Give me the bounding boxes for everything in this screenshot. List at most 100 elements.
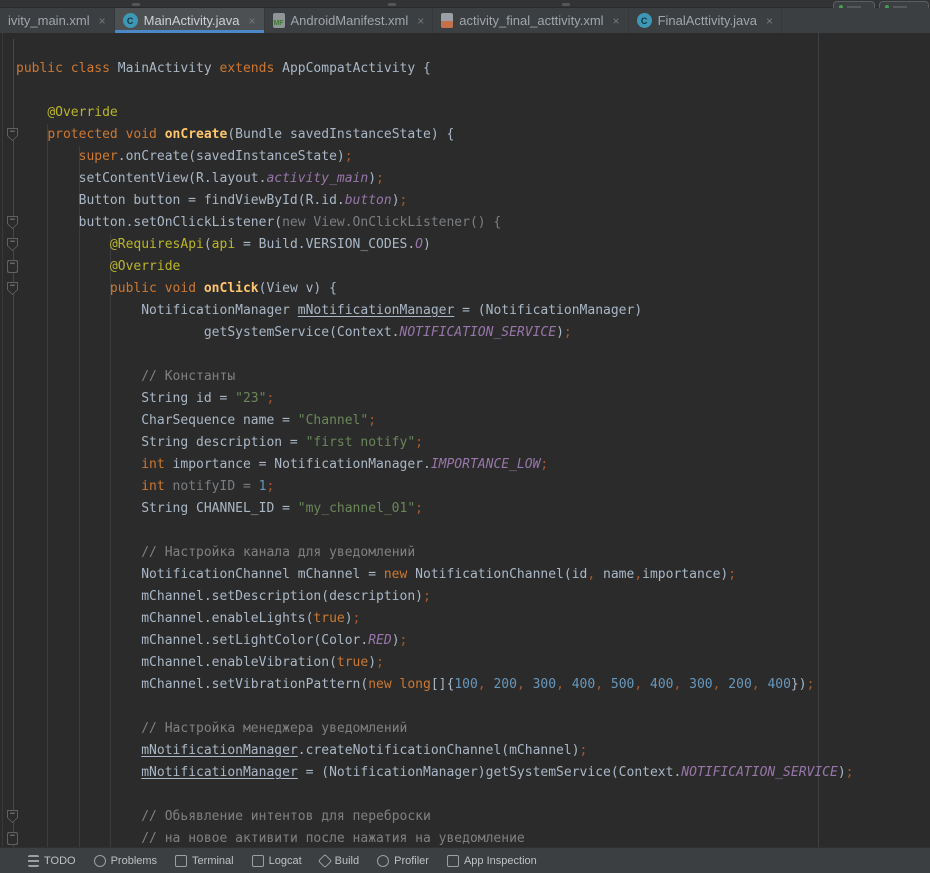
code-line[interactable]: // Настройка канала для уведомлений <box>16 542 854 564</box>
code-line[interactable]: int notifyID = 1; <box>16 476 854 498</box>
code-line[interactable]: public class MainActivity extends AppCom… <box>16 58 854 80</box>
fold-marker-icon[interactable]: − <box>7 832 18 845</box>
code-line[interactable]: mChannel.setLightColor(Color.RED); <box>16 630 854 652</box>
profiler-icon <box>377 855 389 867</box>
close-tab-icon[interactable]: × <box>613 14 620 28</box>
code-line[interactable]: @Override <box>16 256 854 278</box>
tool-window-button-todo[interactable]: TODO <box>28 855 76 867</box>
code-line[interactable]: mChannel.setDescription(description); <box>16 586 854 608</box>
code-token: protected void <box>47 127 164 142</box>
code-line[interactable]: mNotificationManager = (NotificationMana… <box>16 762 854 784</box>
close-tab-icon[interactable]: × <box>417 14 424 28</box>
tool-window-button-terminal[interactable]: Terminal <box>175 855 234 867</box>
code-line[interactable]: mChannel.enableVibration(true); <box>16 652 854 674</box>
code-line[interactable] <box>16 344 854 366</box>
code-token <box>603 677 611 692</box>
code-token: mNotificationManager <box>298 303 455 318</box>
code-token: ( <box>204 237 212 252</box>
code-line[interactable]: mNotificationManager.createNotificationC… <box>16 740 854 762</box>
code-line[interactable]: String description = "first notify"; <box>16 432 854 454</box>
editor-tab[interactable]: CMainActivity.java× <box>115 8 265 33</box>
code-line[interactable]: getSystemService(Context.NOTIFICATION_SE… <box>16 322 854 344</box>
tool-window-label: Profiler <box>394 855 429 867</box>
code-line[interactable]: button.setOnClickListener(new View.OnCli… <box>16 212 854 234</box>
bottom-tool-window-bar: TODO Problems Terminal Logcat Build Profiler A… <box>0 847 930 873</box>
code-token: name <box>595 567 634 582</box>
fold-marker-icon[interactable]: − <box>7 128 18 141</box>
code-token: new long <box>368 677 431 692</box>
code-token: // Настройка канала для уведомлений <box>141 545 415 560</box>
code-token: CharSequence name = <box>16 413 298 428</box>
code-token: , <box>556 677 564 692</box>
tool-window-button-problems[interactable]: Problems <box>94 855 157 867</box>
code-token: , <box>517 677 525 692</box>
code-token: NotificationManager <box>16 303 298 318</box>
tool-window-button-profiler[interactable]: Profiler <box>377 855 429 867</box>
code-token: int <box>141 457 164 472</box>
code-token <box>16 479 141 494</box>
code-token <box>525 677 533 692</box>
code-line[interactable]: @RequiresApi(api = Build.VERSION_CODES.O… <box>16 234 854 256</box>
code-line[interactable] <box>16 696 854 718</box>
code-token: onCreate <box>165 127 228 142</box>
code-line[interactable]: // Настройка менеджера уведомлений <box>16 718 854 740</box>
code-line[interactable] <box>16 520 854 542</box>
code-token <box>16 127 47 142</box>
tool-window-label: Build <box>335 855 359 867</box>
fold-marker-icon[interactable]: − <box>7 810 18 823</box>
fold-marker-icon[interactable]: − <box>7 282 18 295</box>
code-token <box>16 259 110 274</box>
tool-window-button-logcat[interactable]: Logcat <box>252 855 302 867</box>
tool-window-button-build[interactable]: Build <box>320 855 359 867</box>
code-token: new View.OnClickListener() { <box>282 215 501 230</box>
tool-window-label: Terminal <box>192 855 234 867</box>
code-token: ) <box>556 325 564 340</box>
code-line[interactable] <box>16 80 854 102</box>
editor-tab[interactable]: MF AndroidManifest.xml × <box>265 8 434 33</box>
tab-label: AndroidManifest.xml <box>291 13 409 28</box>
code-token <box>16 237 110 252</box>
code-token: ; <box>376 655 384 670</box>
code-editor: public class MainActivity extends AppCom… <box>0 33 930 847</box>
code-line[interactable]: setContentView(R.layout.activity_main); <box>16 168 854 190</box>
code-line[interactable] <box>16 784 854 806</box>
code-line[interactable]: String id = "23"; <box>16 388 854 410</box>
code-token: MainActivity <box>118 61 220 76</box>
code-line[interactable]: // Обьявление интентов для переброски <box>16 806 854 828</box>
close-tab-icon[interactable]: × <box>766 14 773 28</box>
fold-marker-icon[interactable]: − <box>7 238 18 251</box>
editor-tab[interactable]: activity_final_acttivity.xml× <box>433 8 628 33</box>
code-token: , <box>634 677 642 692</box>
fold-marker-icon[interactable]: − <box>7 260 18 273</box>
editor-tab[interactable]: CFinalActtivity.java× <box>629 8 782 33</box>
code-line[interactable]: NotificationManager mNotificationManager… <box>16 300 854 322</box>
editor-tab[interactable]: ivity_main.xml× <box>0 8 115 33</box>
code-token: RED <box>368 633 391 648</box>
code-line[interactable]: CharSequence name = "Channel"; <box>16 410 854 432</box>
code-token: "Channel" <box>298 413 368 428</box>
code-line[interactable]: Button button = findViewById(R.id.button… <box>16 190 854 212</box>
java-class-icon: C <box>637 13 652 28</box>
tool-window-label: Logcat <box>269 855 302 867</box>
fold-marker-icon[interactable]: − <box>7 216 18 229</box>
code-line[interactable]: super.onCreate(savedInstanceState); <box>16 146 854 168</box>
code-token: O <box>415 237 423 252</box>
code-token: 200 <box>728 677 751 692</box>
code-line[interactable]: // на новое активити после нажатия на ув… <box>16 828 854 847</box>
code-token: 100 <box>454 677 477 692</box>
code-line[interactable]: String CHANNEL_ID = "my_channel_01"; <box>16 498 854 520</box>
close-tab-icon[interactable]: × <box>99 14 106 28</box>
code-line[interactable]: int importance = NotificationManager.IMP… <box>16 454 854 476</box>
code-line[interactable]: NotificationChannel mChannel = new Notif… <box>16 564 854 586</box>
code-token: importance = NotificationManager. <box>165 457 431 472</box>
code-line[interactable]: protected void onCreate(Bundle savedInst… <box>16 124 854 146</box>
code-line[interactable]: // Константы <box>16 366 854 388</box>
code-token: NotificationChannel mChannel = <box>16 567 384 582</box>
code-line[interactable]: mChannel.enableLights(true); <box>16 608 854 630</box>
tool-window-button-app-inspection[interactable]: App Inspection <box>447 855 537 867</box>
close-tab-icon[interactable]: × <box>248 14 255 28</box>
code-line[interactable]: mChannel.setVibrationPattern(new long[]{… <box>16 674 854 696</box>
code-line[interactable]: @Override <box>16 102 854 124</box>
code-line[interactable]: public void onClick(View v) { <box>16 278 854 300</box>
manifest-file-icon: MF <box>273 13 285 28</box>
